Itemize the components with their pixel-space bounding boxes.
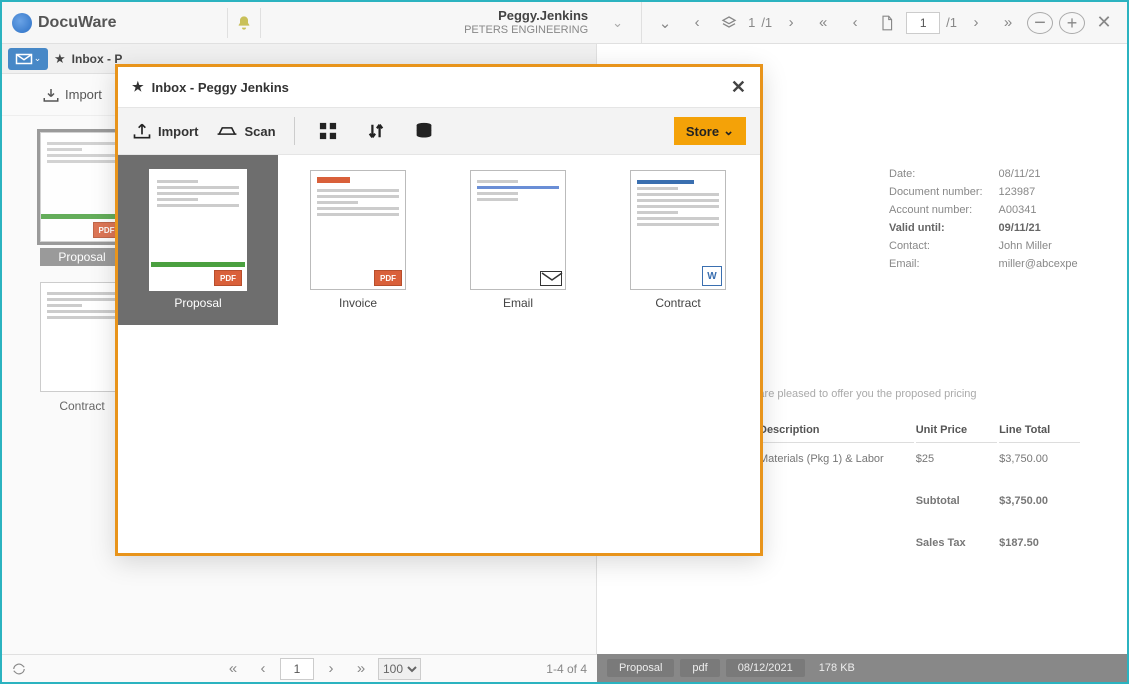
modal-body: PDF Proposal PDF Invoice Email W [118, 155, 760, 553]
line-items-table: DescriptionUnit PriceLine Total Material… [757, 416, 1082, 559]
close-button[interactable]: ✕ [731, 77, 746, 98]
viewer-toolbar: ⌄ ‹ 1/1 › « ‹ /1 › » − + ✕ [641, 2, 1117, 43]
logo-icon [12, 13, 32, 33]
star-icon: ★ [54, 51, 66, 67]
sort-button[interactable] [361, 116, 391, 146]
list-page-input[interactable] [280, 658, 314, 680]
user-org: PETERS ENGINEERING [464, 24, 588, 36]
chevron-down-icon: ⌄ [723, 123, 734, 139]
import-button[interactable]: Import [132, 122, 198, 140]
top-bar: DocuWare Peggy.Jenkins PETERS ENGINEERIN… [2, 2, 1127, 44]
doc-thumb[interactable]: PDF Proposal [118, 155, 278, 325]
doc-thumb[interactable]: Email [438, 155, 598, 325]
grid-view-button[interactable] [313, 116, 343, 146]
page-input[interactable] [906, 12, 940, 34]
mail-badge-icon [540, 271, 562, 286]
zoom-in-button[interactable]: + [1059, 12, 1085, 34]
app-name: DocuWare [38, 14, 117, 32]
next-doc-button[interactable]: › [778, 10, 804, 36]
modal-toolbar: Import Scan Store ⌄ [118, 107, 760, 155]
doc-total: /1 [761, 15, 772, 30]
thumb-label: Proposal [40, 248, 125, 266]
page-total: /1 [946, 15, 957, 30]
prev-page-button[interactable]: ‹ [842, 10, 868, 36]
thumb-label: Email [503, 296, 533, 310]
prev-doc-button[interactable]: ‹ [684, 10, 710, 36]
item-count: 1-4 of 4 [546, 662, 587, 676]
next-page-button[interactable]: › [318, 656, 344, 682]
next-page-button[interactable]: › [963, 10, 989, 36]
tray-footer: « ‹ › » 100 1-4 of 4 [2, 654, 597, 682]
status-date: 08/12/2021 [726, 659, 805, 677]
page-icon [874, 10, 900, 36]
tray-icon[interactable]: ⌄ [8, 48, 48, 70]
preview-status-bar: Proposal pdf 08/12/2021 178 KB [597, 654, 1127, 682]
import-button[interactable]: Import [42, 87, 102, 103]
last-page-button[interactable]: » [995, 10, 1021, 36]
scan-button[interactable]: Scan [216, 124, 275, 139]
thumb-label: Invoice [339, 296, 377, 310]
modal-title: Inbox - Peggy Jenkins [152, 80, 289, 95]
status-ext: pdf [680, 659, 719, 677]
doc-thumb[interactable]: W Contract [598, 155, 758, 325]
store-button[interactable]: Store ⌄ [674, 117, 746, 145]
first-page-button[interactable]: « [810, 10, 836, 36]
thumb-label: Contract [59, 399, 104, 413]
doc-meta-table: Date:08/11/21 Document number:123987 Acc… [887, 164, 1094, 274]
pdf-badge-icon: PDF [374, 270, 402, 286]
user-menu[interactable]: Peggy.Jenkins PETERS ENGINEERING [464, 9, 594, 35]
database-button[interactable] [409, 116, 439, 146]
app-logo[interactable]: DocuWare [12, 13, 117, 33]
inbox-modal: ★ Inbox - Peggy Jenkins ✕ Import Scan St… [115, 64, 763, 556]
zoom-out-button[interactable]: − [1027, 12, 1053, 34]
prev-page-button[interactable]: ‹ [250, 656, 276, 682]
thumb-label: Contract [655, 296, 700, 310]
doc-index: 1 [748, 15, 755, 30]
doc-thumb[interactable]: PDF Invoice [278, 155, 438, 325]
status-name: Proposal [607, 659, 674, 677]
user-name: Peggy.Jenkins [464, 9, 588, 23]
modal-header: ★ Inbox - Peggy Jenkins ✕ [118, 67, 760, 107]
notifications-button[interactable] [227, 8, 261, 38]
page-size-select[interactable]: 100 [378, 658, 421, 680]
first-page-button[interactable]: « [220, 656, 246, 682]
star-icon: ★ [132, 79, 144, 95]
pdf-badge-icon: PDF [214, 270, 242, 286]
close-viewer-button[interactable]: ✕ [1091, 10, 1117, 36]
chevron-down-icon[interactable]: ⌄ [604, 15, 631, 31]
last-page-button[interactable]: » [348, 656, 374, 682]
status-size: 178 KB [819, 662, 855, 674]
chevron-down-icon[interactable]: ⌄ [652, 10, 678, 36]
thumb-label: Proposal [174, 296, 221, 310]
layers-icon[interactable] [716, 10, 742, 36]
refresh-button[interactable] [12, 662, 32, 676]
word-badge-icon: W [702, 266, 722, 286]
